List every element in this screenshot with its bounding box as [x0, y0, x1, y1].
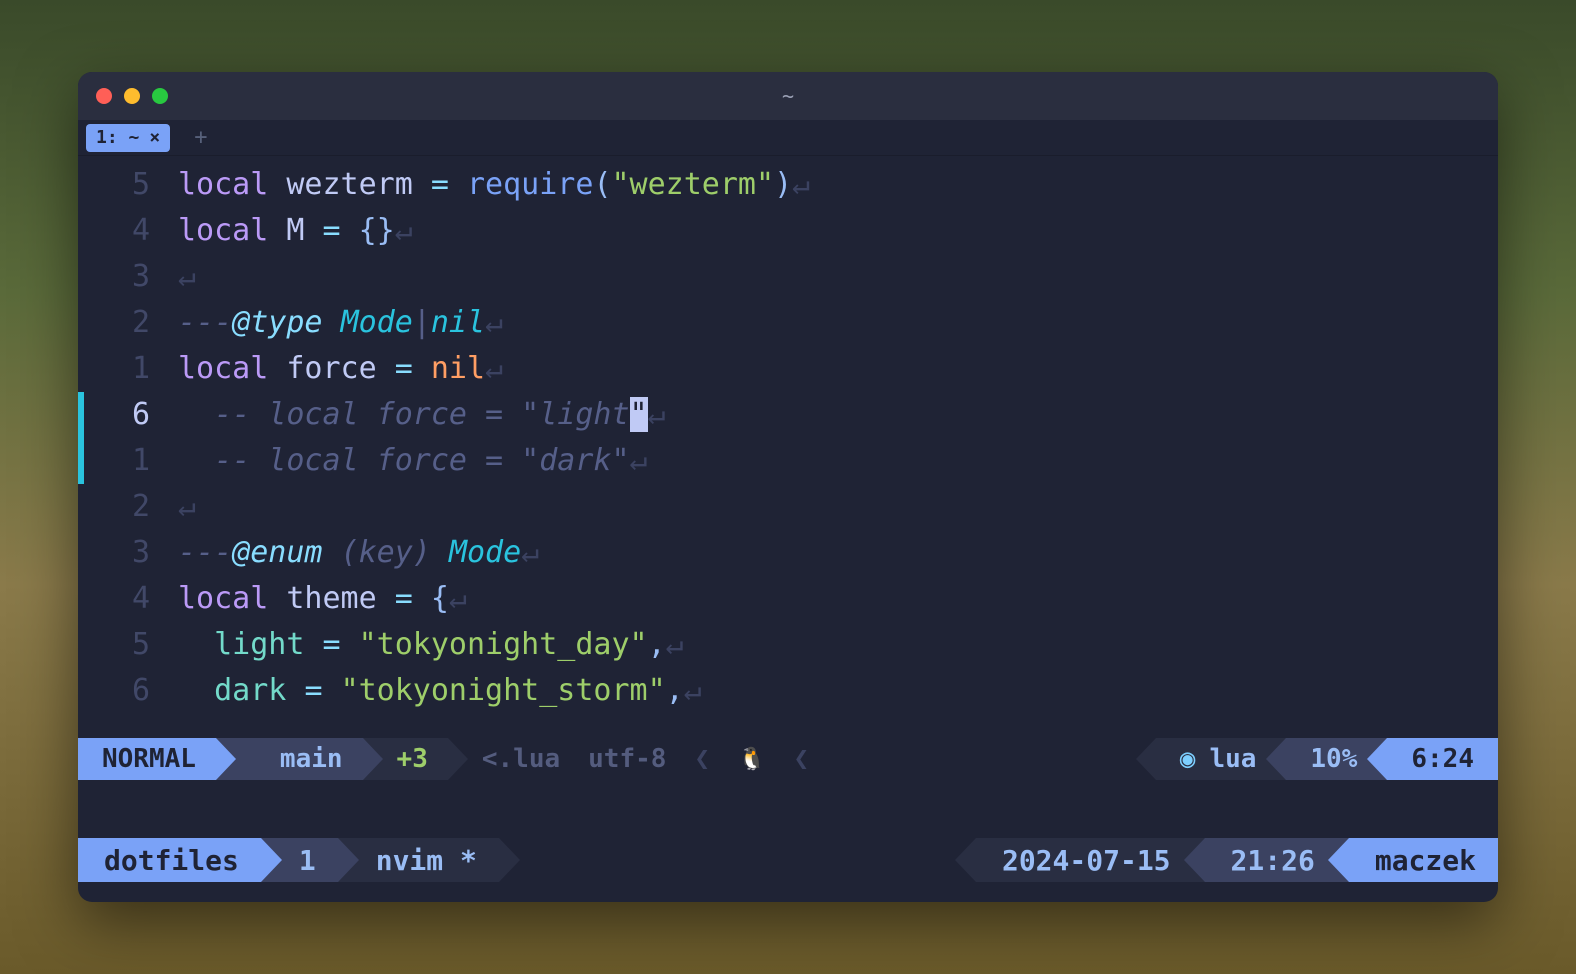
- minimize-icon[interactable]: [124, 88, 140, 104]
- code-content[interactable]: dark = "tokyonight_storm",↵: [178, 668, 1498, 714]
- window-title: ~: [782, 84, 794, 108]
- code-line[interactable]: 2---@type Mode|nil↵: [78, 300, 1498, 346]
- code-line[interactable]: 4local M = {}↵: [78, 208, 1498, 254]
- code-content[interactable]: local theme = {↵: [178, 576, 1498, 622]
- code-content[interactable]: local force = nil↵: [178, 346, 1498, 392]
- code-line[interactable]: 5local wezterm = require("wezterm")↵: [78, 162, 1498, 208]
- tmux-statusline: dotfiles 1 nvim * 2024-07-15 21:26 macze…: [78, 838, 1498, 882]
- new-tab-button[interactable]: +: [188, 125, 213, 150]
- line-number: 1: [78, 438, 178, 484]
- separator-icon: ❮: [793, 744, 809, 774]
- status-mid: <.lua utf-8 ❮ 🐧 ❮: [448, 738, 1156, 780]
- line-number: 5: [78, 162, 178, 208]
- code-content[interactable]: local M = {}↵: [178, 208, 1498, 254]
- tmux-session[interactable]: dotfiles: [78, 838, 261, 882]
- line-number: 1: [78, 346, 178, 392]
- line-number: 6: [78, 668, 178, 714]
- linux-icon: 🐧: [738, 747, 765, 772]
- editor-area[interactable]: 5local wezterm = require("wezterm")↵4loc…: [78, 156, 1498, 738]
- code-content[interactable]: ↵: [178, 484, 1498, 530]
- code-content[interactable]: -- local force = "dark"↵: [178, 438, 1498, 484]
- code-line[interactable]: 2↵: [78, 484, 1498, 530]
- line-number: 4: [78, 208, 178, 254]
- branch-name: main: [280, 744, 343, 774]
- code-line[interactable]: 1 -- local force = "dark"↵: [78, 438, 1498, 484]
- status-mode: NORMAL: [78, 738, 216, 780]
- status-encoding: utf-8: [588, 744, 666, 774]
- line-number: 6: [78, 392, 178, 438]
- code-line[interactable]: 3↵: [78, 254, 1498, 300]
- status-branch: main: [216, 738, 363, 780]
- code-content[interactable]: local wezterm = require("wezterm")↵: [178, 162, 1498, 208]
- lua-icon: ◉: [1180, 744, 1196, 774]
- line-number: 5: [78, 622, 178, 668]
- statusline: NORMAL main +3 <.lua utf-8 ❮ 🐧 ❮ ◉ lua 1…: [78, 738, 1498, 780]
- code-content[interactable]: -- local force = "light"↵: [178, 392, 1498, 438]
- line-number: 3: [78, 254, 178, 300]
- code-content[interactable]: ---@enum (key) Mode↵: [178, 530, 1498, 576]
- terminal-window: ~ 1: ~ × + 5local wezterm = require("wez…: [78, 72, 1498, 902]
- titlebar: ~: [78, 72, 1498, 120]
- code-content[interactable]: ↵: [178, 254, 1498, 300]
- tmux-date: 2024-07-15: [976, 838, 1205, 882]
- code-line[interactable]: 5 light = "tokyonight_day",↵: [78, 622, 1498, 668]
- tmux-window-name[interactable]: nvim *: [338, 838, 499, 882]
- status-position: 6:24: [1387, 738, 1498, 780]
- line-number: 4: [78, 576, 178, 622]
- tab-bar: 1: ~ × +: [78, 120, 1498, 156]
- tab-close-icon[interactable]: ×: [149, 127, 160, 148]
- terminal-tab[interactable]: 1: ~ ×: [86, 124, 170, 152]
- code-line[interactable]: 3---@enum (key) Mode↵: [78, 530, 1498, 576]
- code-line[interactable]: 6 -- local force = "light"↵: [78, 392, 1498, 438]
- code-content[interactable]: light = "tokyonight_day",↵: [178, 622, 1498, 668]
- line-number: 3: [78, 530, 178, 576]
- tmux-fill: [499, 838, 976, 882]
- code-line[interactable]: 6 dark = "tokyonight_storm",↵: [78, 668, 1498, 714]
- tmux-user: maczek: [1349, 838, 1498, 882]
- tab-label: 1: ~: [96, 127, 139, 148]
- git-branch-icon: [250, 714, 268, 804]
- code-line[interactable]: 4local theme = {↵: [78, 576, 1498, 622]
- line-number: 2: [78, 300, 178, 346]
- traffic-lights: [96, 88, 168, 104]
- maximize-icon[interactable]: [152, 88, 168, 104]
- code-line[interactable]: 1local force = nil↵: [78, 346, 1498, 392]
- line-number: 2: [78, 484, 178, 530]
- close-icon[interactable]: [96, 88, 112, 104]
- code-content[interactable]: ---@type Mode|nil↵: [178, 300, 1498, 346]
- separator-icon: ❮: [694, 744, 710, 774]
